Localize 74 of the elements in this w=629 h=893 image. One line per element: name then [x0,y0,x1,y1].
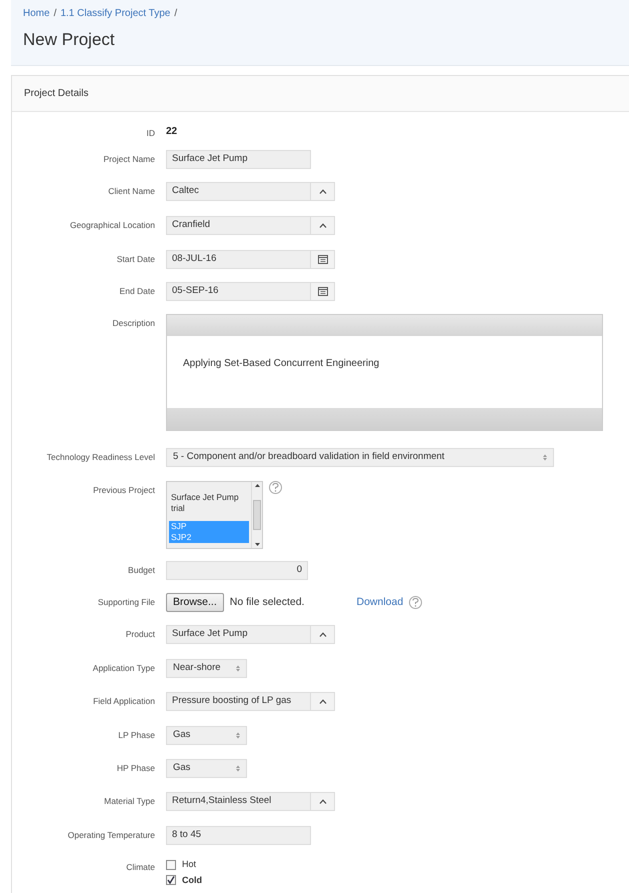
select-arrows-icon [236,732,240,739]
field-label: Product [126,628,155,641]
field-label: Client Name [108,185,155,198]
file-status: No file selected. [230,594,304,610]
calendar-button[interactable] [311,250,335,269]
text-field[interactable]: Surface Jet Pump [166,150,311,169]
field-label: HP Phase [116,762,155,775]
popup-field[interactable]: Cranfield [166,216,311,235]
field-value: 22 [166,125,178,139]
popup-button[interactable] [311,792,335,811]
download-link[interactable]: Download [356,594,404,610]
select-arrows-icon [543,454,547,461]
popup-button[interactable] [311,625,335,644]
calendar-icon [318,255,328,264]
field-label: Geographical Location [70,219,155,232]
checkbox[interactable] [166,860,176,870]
popup-field[interactable]: Surface Jet Pump [166,625,311,644]
page-title: New Project [23,29,116,51]
field-label: Start Date [116,253,155,266]
field-label: Climate [126,861,155,874]
date-field[interactable]: 08-JUL-16 [166,250,311,269]
popup-field[interactable]: Return4,Stainless Steel [166,792,311,811]
list-option[interactable]: Surface Jet Pump trial [169,492,249,514]
field-label: Supporting File [98,596,155,609]
field-label: Technology Readiness Level [46,451,155,464]
list-box[interactable]: Surface Jet Pump trial SJP SJP2 [166,481,263,549]
field-label: LP Phase [118,729,155,742]
field-label: Budget [128,564,155,577]
select-field[interactable]: Gas [166,726,247,745]
field-label: ID [146,127,155,140]
scrollbar[interactable] [251,482,262,548]
scroll-down-icon[interactable] [254,543,260,546]
select-field[interactable]: Near-shore [166,659,247,678]
checkbox-label: Hot [182,858,196,871]
caret-icon [318,189,326,194]
field-label: Description [112,317,155,330]
scroll-up-icon[interactable] [254,484,260,487]
text-field[interactable]: 8 to 45 [166,826,311,845]
breadcrumb-link[interactable]: 1.1 Classify Project Type [60,6,170,21]
field-label: Previous Project [93,484,155,497]
field-label: Operating Temperature [68,829,155,842]
select-arrows-icon [236,665,240,672]
calendar-icon [318,287,328,296]
calendar-button[interactable] [311,282,335,301]
popup-button[interactable] [311,182,335,201]
popup-field[interactable]: Pressure boosting of LP gas [166,692,311,711]
caret-icon [318,699,326,704]
field-label: Field Application [93,695,155,708]
field-label: Material Type [104,795,155,808]
breadcrumb-separator: / [54,7,56,21]
caret-icon [318,632,326,637]
popup-button[interactable] [311,216,335,235]
description-text: Applying Set-Based Concurrent Engineering [183,358,380,369]
breadcrumb-separator: / [174,7,178,21]
help-icon[interactable] [269,481,282,494]
field-label: Project Name [104,153,155,166]
help-icon[interactable] [409,596,422,609]
number-field[interactable]: 0 [166,561,308,580]
caret-icon [318,223,326,228]
checkbox-label: Cold [182,874,202,886]
select-field[interactable]: Gas [166,759,247,778]
field-label: End Date [120,285,155,298]
browse-button[interactable]: Browse... [166,593,224,612]
description-editor[interactable]: Applying Set-Based Concurrent Engineering [166,314,603,431]
field-label: Application Type [92,662,155,675]
select-arrows-icon [236,765,240,772]
breadcrumb-link[interactable]: Home [23,6,50,21]
date-field[interactable]: 05-SEP-16 [166,282,311,301]
panel-title: Project Details [24,87,88,101]
caret-icon [318,799,326,804]
popup-field[interactable]: Caltec [166,182,311,201]
select-field[interactable]: 5 - Component and/or breadboard validation in field environment [166,448,554,467]
popup-button[interactable] [311,692,335,711]
checkbox[interactable] [166,875,176,886]
